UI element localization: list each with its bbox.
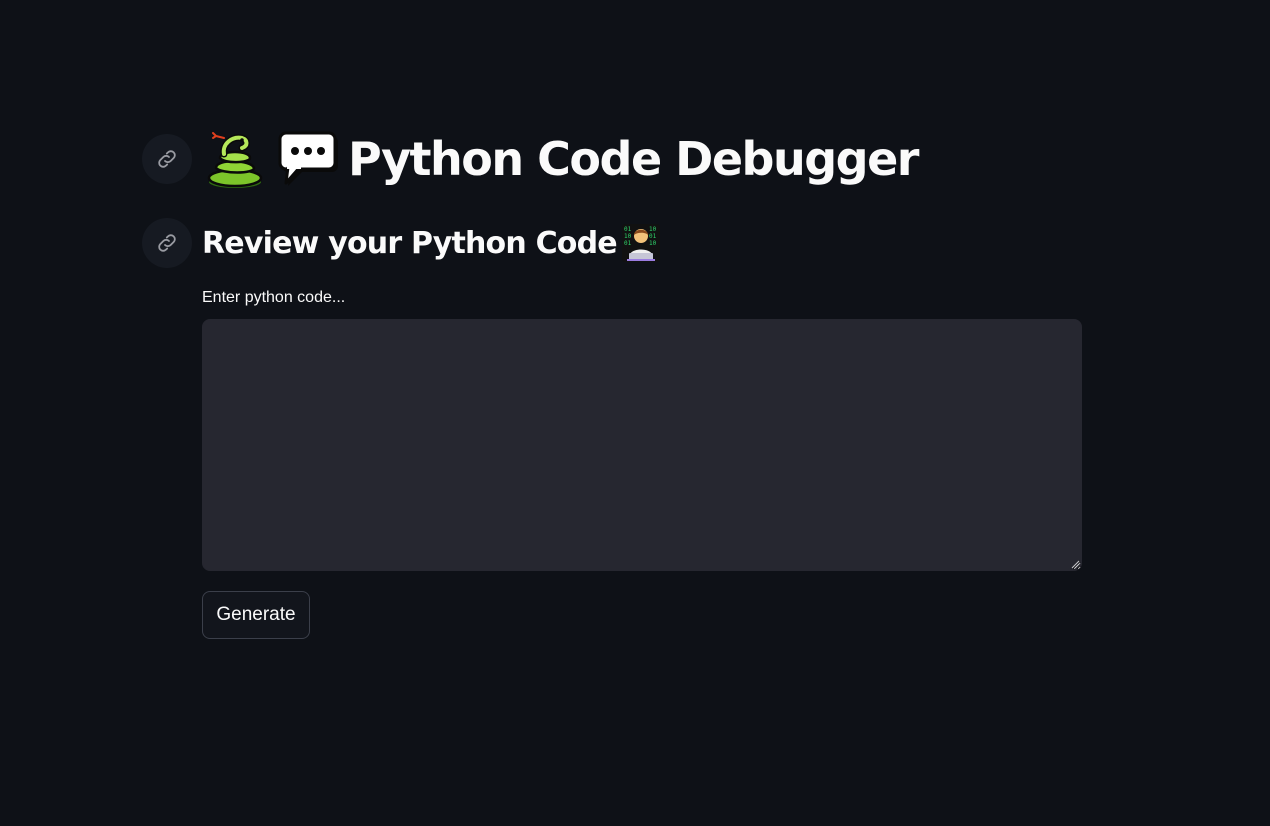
title-anchor-link[interactable] xyxy=(142,134,192,184)
snake-icon xyxy=(202,128,268,190)
svg-text:10: 10 xyxy=(649,240,657,247)
link-icon xyxy=(158,150,176,168)
resize-handle-icon[interactable] xyxy=(1071,560,1080,569)
svg-text:01: 01 xyxy=(649,233,657,240)
title-text: Python Code Debugger xyxy=(348,132,919,186)
svg-text:10: 10 xyxy=(624,233,632,240)
subtitle-text: Review your Python Code xyxy=(202,225,618,261)
generate-button[interactable]: Generate xyxy=(202,591,310,639)
page-title: Python Code Debugger xyxy=(202,126,919,192)
app-page: Python Code Debugger Review your Python … xyxy=(0,0,1270,826)
technologist-icon: 01 10 10 01 01 10 xyxy=(621,223,661,263)
speech-bubble-icon xyxy=(278,130,340,188)
subtitle-anchor-link[interactable] xyxy=(142,218,192,268)
code-input[interactable] xyxy=(202,319,1082,571)
svg-text:01: 01 xyxy=(624,240,632,247)
svg-text:10: 10 xyxy=(649,226,657,233)
link-icon xyxy=(158,234,176,252)
section-subtitle: Review your Python Code 01 10 10 01 01 10 xyxy=(202,220,661,266)
svg-text:01: 01 xyxy=(624,226,632,233)
code-input-label: Enter python code... xyxy=(202,289,346,306)
